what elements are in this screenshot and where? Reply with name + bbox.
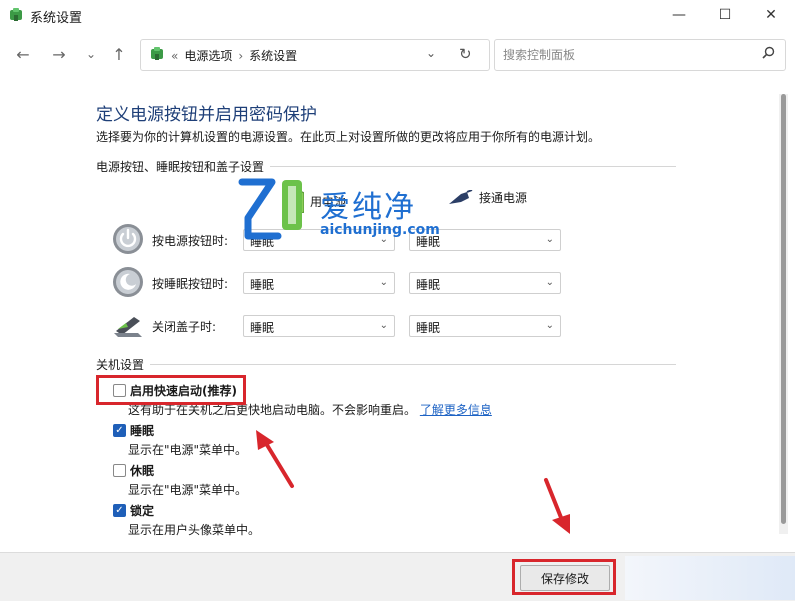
search-input[interactable]	[501, 45, 755, 65]
up-button[interactable]: ↑	[108, 44, 130, 64]
select-value: 睡眠	[416, 278, 441, 292]
hibernate-option-description: 显示在"电源"菜单中。	[128, 483, 248, 497]
lock-checkbox[interactable]: ✓	[113, 504, 126, 517]
forward-arrow-icon: →	[52, 44, 66, 64]
address-dropdown-icon[interactable]: ⌄	[426, 46, 436, 60]
breadcrumb-power-options[interactable]: 电源选项	[184, 47, 232, 64]
cancel-area	[625, 556, 795, 600]
power-button-row-label: 按电源按钮时:	[152, 234, 229, 248]
watermark-logo-icon	[238, 178, 302, 240]
close-icon: ✕	[765, 7, 777, 23]
sleep-button-battery-select[interactable]: 睡眠 ⌄	[243, 272, 395, 294]
chevron-down-icon: ⌄	[85, 47, 97, 61]
highlight-box	[512, 559, 616, 595]
close-lid-plugged-select[interactable]: 睡眠 ⌄	[409, 315, 561, 337]
maximize-button[interactable]: ☐	[702, 0, 748, 30]
control-panel-icon	[10, 8, 22, 21]
breadcrumb-separator-icon: ›	[238, 48, 244, 63]
search-box[interactable]	[494, 39, 786, 71]
recent-locations-button[interactable]: ⌄	[80, 44, 102, 64]
power-section-label: 电源按钮、睡眠按钮和盖子设置	[96, 158, 271, 175]
minimize-icon: —	[672, 7, 686, 23]
breadcrumb: « 电源选项 › 系统设置	[171, 47, 297, 64]
search-icon[interactable]	[762, 46, 775, 63]
up-arrow-icon: ↑	[112, 44, 126, 64]
sleep-option-description: 显示在"电源"菜单中。	[128, 443, 248, 457]
lock-option-description: 显示在用户头像菜单中。	[128, 523, 261, 537]
back-arrow-icon: ←	[16, 44, 30, 64]
lock-option-label[interactable]: 锁定	[130, 502, 154, 519]
close-button[interactable]: ✕	[748, 0, 794, 30]
shutdown-section-label: 关机设置	[96, 356, 151, 373]
highlight-box	[96, 375, 246, 405]
chevron-down-icon: ⌄	[545, 234, 554, 245]
chevron-down-icon: ⌄	[545, 320, 554, 331]
title-bar: 系统设置 — ☐ ✕	[0, 0, 795, 30]
fast-startup-description-text: 这有助于在关机之后更快地启动电脑。不会影响重启。	[128, 403, 417, 417]
power-button-icon	[113, 224, 143, 254]
vertical-scrollbar[interactable]	[779, 94, 788, 534]
checkmark-icon: ✓	[115, 505, 124, 516]
select-value: 睡眠	[250, 321, 275, 335]
watermark-brand: 爱纯净	[320, 190, 416, 225]
laptop-lid-icon	[114, 317, 142, 337]
watermark: 爱纯净 aichunjing.com	[238, 178, 468, 244]
learn-more-link[interactable]: 了解更多信息	[420, 403, 492, 417]
scrollbar-thumb[interactable]	[781, 94, 786, 524]
page-title: 定义电源按钮并启用密码保护	[96, 105, 317, 125]
plugged-in-column-label: 接通电源	[479, 191, 528, 205]
chevron-down-icon: ⌄	[379, 277, 388, 288]
annotation-arrow-icon	[544, 478, 570, 534]
close-lid-row-label: 关闭盖子时:	[152, 320, 217, 334]
annotation-arrow-icon	[256, 430, 294, 488]
minimize-button[interactable]: —	[656, 0, 702, 30]
back-button[interactable]: ←	[12, 44, 34, 64]
select-value: 睡眠	[416, 321, 441, 335]
chevron-down-icon: ⌄	[379, 320, 388, 331]
control-panel-icon	[151, 47, 163, 60]
sleep-button-plugged-select[interactable]: 睡眠 ⌄	[409, 272, 561, 294]
checkmark-icon: ✓	[115, 425, 124, 436]
forward-button[interactable]: →	[48, 44, 70, 64]
maximize-icon: ☐	[718, 7, 732, 23]
navigation-bar: ← → ⌄ ↑ « 电源选项 › 系统设置 ⌄ ↻	[0, 30, 795, 78]
sleep-checkbox[interactable]: ✓	[113, 424, 126, 437]
sleep-button-row-label: 按睡眠按钮时:	[152, 277, 229, 291]
window-title: 系统设置	[30, 11, 83, 26]
hibernate-option-label[interactable]: 休眠	[130, 462, 154, 479]
breadcrumb-system-settings[interactable]: 系统设置	[249, 47, 297, 64]
section-divider	[96, 364, 676, 365]
sleep-option-label[interactable]: 睡眠	[130, 422, 154, 439]
hibernate-checkbox[interactable]	[113, 464, 126, 477]
sleep-button-icon	[113, 267, 143, 297]
refresh-icon[interactable]: ↻	[459, 45, 472, 63]
breadcrumb-overflow[interactable]: «	[171, 49, 178, 63]
address-bar[interactable]: « 电源选项 › 系统设置 ⌄ ↻	[140, 39, 490, 71]
select-value: 睡眠	[250, 278, 275, 292]
watermark-url: aichunjing.com	[320, 222, 440, 238]
close-lid-battery-select[interactable]: 睡眠 ⌄	[243, 315, 395, 337]
page-description: 选择要为你的计算机设置的电源设置。在此页上对设置所做的更改将应用于你所有的电源计…	[96, 130, 601, 144]
chevron-down-icon: ⌄	[545, 277, 554, 288]
